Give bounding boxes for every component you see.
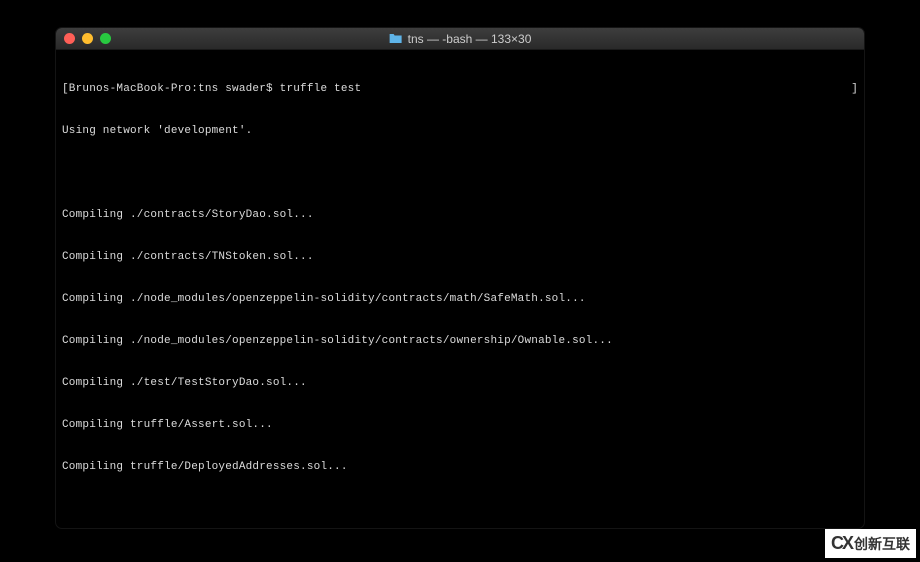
output-line: Compiling ./contracts/TNStoken.sol... [62,250,858,264]
close-button[interactable] [64,33,75,44]
output-line: Using network 'development'. [62,124,858,138]
output-line: Compiling truffle/DeployedAddresses.sol.… [62,460,858,474]
folder-icon [389,33,403,44]
watermark: CX 创新互联 [825,529,916,558]
minimize-button[interactable] [82,33,93,44]
prompt-host: [Brunos-MacBook-Pro:tns swader$ [62,83,280,95]
bracket-close: ] [851,82,858,96]
output-line: Compiling ./contracts/StoryDao.sol... [62,208,858,222]
output-line: Compiling ./test/TestStoryDao.sol... [62,376,858,390]
terminal-window: tns — -bash — 133×30 [Brunos-MacBook-Pro… [56,28,864,528]
prompt-line: [Brunos-MacBook-Pro:tns swader$ truffle … [62,82,858,96]
maximize-button[interactable] [100,33,111,44]
watermark-logo: CX [831,533,852,554]
output-line: Compiling truffle/Assert.sol... [62,418,858,432]
blank-line [62,502,858,516]
traffic-lights [56,33,111,44]
blank-line [62,166,858,180]
title-text: tns — -bash — 133×30 [408,32,532,46]
command-text: truffle test [280,83,362,95]
output-line: Compiling ./node_modules/openzeppelin-so… [62,292,858,306]
terminal-body[interactable]: [Brunos-MacBook-Pro:tns swader$ truffle … [56,50,864,528]
output-line: Compiling ./node_modules/openzeppelin-so… [62,334,858,348]
titlebar[interactable]: tns — -bash — 133×30 [56,28,864,50]
watermark-text: 创新互联 [854,534,910,554]
window-title: tns — -bash — 133×30 [389,32,532,46]
